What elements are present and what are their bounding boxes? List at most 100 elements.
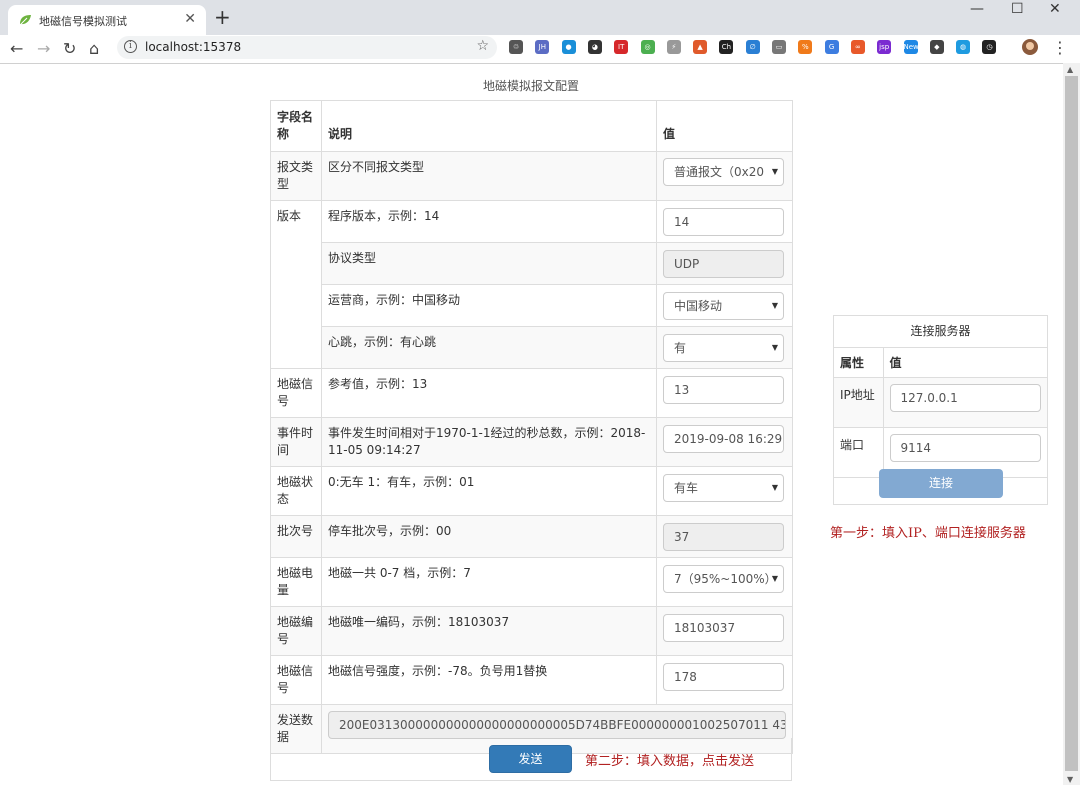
clock-ext-icon[interactable]: ◷ [982, 40, 997, 54]
connect-title: 连接服务器 [834, 316, 1047, 348]
address-bar[interactable]: i localhost:15378 ☆ [117, 36, 497, 59]
menu-dots-icon[interactable]: ⋮ [1052, 38, 1068, 57]
browser-tab[interactable]: 地磁信号模拟测试 ✕ [8, 5, 206, 35]
dropdown-arrow-icon: ▼ [771, 343, 778, 352]
jsp-ext-icon[interactable]: jsp [877, 40, 892, 54]
scrollbar-thumb[interactable] [1065, 76, 1078, 771]
field-name: 地磁电量 [270, 557, 322, 607]
header-attr: 属性 [834, 347, 884, 378]
chrome-ext-icon[interactable]: ◎ [640, 40, 655, 54]
recycle-ext-icon[interactable]: ♲ [509, 40, 523, 54]
field-desc: 区分不同报文类型 [321, 151, 657, 201]
scroll-up-icon[interactable]: ▲ [1067, 65, 1073, 74]
cube-ext-icon[interactable]: ◆ [929, 40, 944, 54]
select-value: 有 [674, 341, 687, 355]
table-row: 批次号 停车批次号，示例：00 37 [270, 515, 793, 558]
dropdown-arrow-icon: ▼ [771, 574, 778, 583]
jh-ext-icon[interactable]: JH [535, 40, 550, 54]
signal-input[interactable]: 13 [663, 376, 784, 404]
form-caption: 地磁模拟报文配置 [482, 79, 579, 93]
dropdown-arrow-icon: ▼ [771, 301, 778, 310]
infinity-ext-icon[interactable]: ∞ [850, 40, 865, 54]
field-desc: 运营商，示例：中国移动 [321, 284, 657, 327]
table-row: 版本 程序版本，示例：14 14 [270, 200, 793, 369]
version-input[interactable]: 14 [663, 208, 784, 236]
ip-input[interactable]: 127.0.0.1 [889, 384, 1041, 412]
field-desc: 地磁信号强度，示例：-78。负号用1替换 [321, 655, 657, 705]
event-time-input[interactable]: 2019-09-08 16:29:5 [663, 425, 784, 453]
signal-strength-input[interactable]: 178 [663, 663, 784, 691]
field-name: 地磁信号 [270, 655, 322, 705]
field-desc: 事件发生时间相对于1970-1-1经过的秒总数，示例：2018-11-05 09… [321, 417, 657, 467]
bookmark-star-icon[interactable]: ☆ [476, 38, 489, 54]
select-value: 有车 [674, 481, 699, 495]
page-scrollbar[interactable]: ▲ ▼ [1063, 63, 1080, 785]
info-icon[interactable]: i [124, 40, 137, 53]
network-ext-icon[interactable]: ◍ [956, 40, 971, 54]
dropdown-arrow-icon: ▼ [771, 483, 778, 492]
blue-circle-ext-icon[interactable]: ● [561, 40, 576, 54]
it-ext-icon[interactable]: IT [614, 40, 629, 54]
minimize-button[interactable]: — [970, 1, 984, 17]
table-row: 事件时间 事件发生时间相对于1970-1-1经过的秒总数，示例：2018-11-… [270, 417, 793, 467]
port-input[interactable]: 9114 [889, 434, 1041, 462]
send-data-input: 200E031300000000000000000000005D74BBFE00… [328, 711, 786, 739]
doc-ext-icon[interactable]: ▭ [772, 40, 786, 54]
shield-ext-icon[interactable]: ▲ [693, 40, 708, 54]
header-field: 字段名称 [270, 100, 322, 152]
tab-strip: 地磁信号模拟测试 ✕ + — ☐ ✕ [0, 0, 1080, 35]
tab-close-icon[interactable]: ✕ [184, 11, 196, 27]
penguin-ext-icon[interactable]: ◕ [587, 40, 602, 54]
avatar[interactable] [1022, 39, 1038, 55]
table-row: 报文类型 区分不同报文类型 普通报文（0x20 ▼ [270, 151, 793, 201]
translate-ext-icon[interactable]: G [824, 40, 839, 54]
connect-panel: 连接服务器 属性 值 IP地址 127.0.0.1 端口 9114 连接 [833, 315, 1048, 505]
back-arrow-icon[interactable]: ← [10, 39, 23, 58]
forward-arrow-icon[interactable]: → [37, 39, 50, 58]
heartbeat-select[interactable]: 有 ▼ [663, 334, 784, 362]
scroll-down-icon[interactable]: ▼ [1067, 775, 1073, 784]
field-desc: 地磁唯一编码，示例：18103037 [321, 606, 657, 656]
field-name: 地磁状态 [270, 466, 322, 516]
home-icon[interactable]: ⌂ [89, 39, 99, 58]
send-button[interactable]: 发送 [489, 745, 572, 773]
new-tab-button[interactable]: + [214, 5, 231, 29]
field-name: 报文类型 [270, 151, 322, 201]
field-desc: 停车批次号，示例：00 [321, 515, 657, 558]
maximize-button[interactable]: ☐ [1011, 1, 1024, 17]
table-row: 运营商，示例：中国移动 中国移动 ▼ [271, 284, 793, 327]
table-header-row: 字段名称 说明 值 [270, 100, 793, 152]
leaf-ext-icon[interactable]: ∅ [745, 40, 760, 54]
close-window-button[interactable]: ✕ [1049, 1, 1061, 17]
bolt-ext-icon[interactable]: ⚡ [666, 40, 681, 54]
battery-level-select[interactable]: 7（95%~100%） ▼ [663, 565, 784, 593]
new-ext-icon[interactable]: New [903, 40, 918, 54]
field-desc: 心跳，示例：有心跳 [321, 326, 657, 369]
connect-button[interactable]: 连接 [879, 469, 1003, 498]
field-desc: 程序版本，示例：14 [321, 200, 657, 243]
table-row: 协议类型 UDP [271, 242, 793, 285]
table-row: 地磁信号 参考值，示例：13 13 [270, 368, 793, 418]
magnetic-status-select[interactable]: 有车 ▼ [663, 474, 784, 502]
table-row: IP地址 127.0.0.1 [834, 377, 1047, 428]
field-desc: 参考值，示例：13 [321, 368, 657, 418]
ch-ext-icon[interactable]: Ch [719, 40, 734, 54]
slash-ext-icon[interactable]: % [798, 40, 813, 54]
step1-note: 第一步：填入IP、端口连接服务器 [830, 526, 1026, 541]
header-value: 值 [882, 347, 1047, 378]
carrier-select[interactable]: 中国移动 ▼ [663, 292, 784, 320]
field-name: 地磁编号 [270, 606, 322, 656]
message-type-select[interactable]: 普通报文（0x20 ▼ [663, 158, 784, 186]
url-text[interactable]: localhost:15378 [145, 40, 241, 54]
browser-toolbar: ← → ↻ ⌂ i localhost:15378 ☆ ♲ JH ● ◕ IT ◎ ⚡ ▲ Ch… [0, 35, 1080, 64]
ip-label: IP地址 [834, 377, 884, 428]
field-name: 地磁信号 [270, 368, 322, 418]
table-row: 心跳，示例：有心跳 有 ▼ [271, 326, 793, 369]
reload-icon[interactable]: ↻ [63, 39, 76, 58]
field-desc: 0:无车 1：有车，示例：01 [321, 466, 657, 516]
config-table: 字段名称 说明 值 报文类型 区分不同报文类型 普通报文（0x20 ▼ 版本 程序… [270, 100, 793, 754]
device-id-input[interactable]: 18103037 [663, 614, 784, 642]
port-label: 端口 [834, 427, 884, 478]
select-value: 7（95%~100%） [674, 572, 777, 586]
field-desc: 协议类型 [321, 242, 657, 285]
